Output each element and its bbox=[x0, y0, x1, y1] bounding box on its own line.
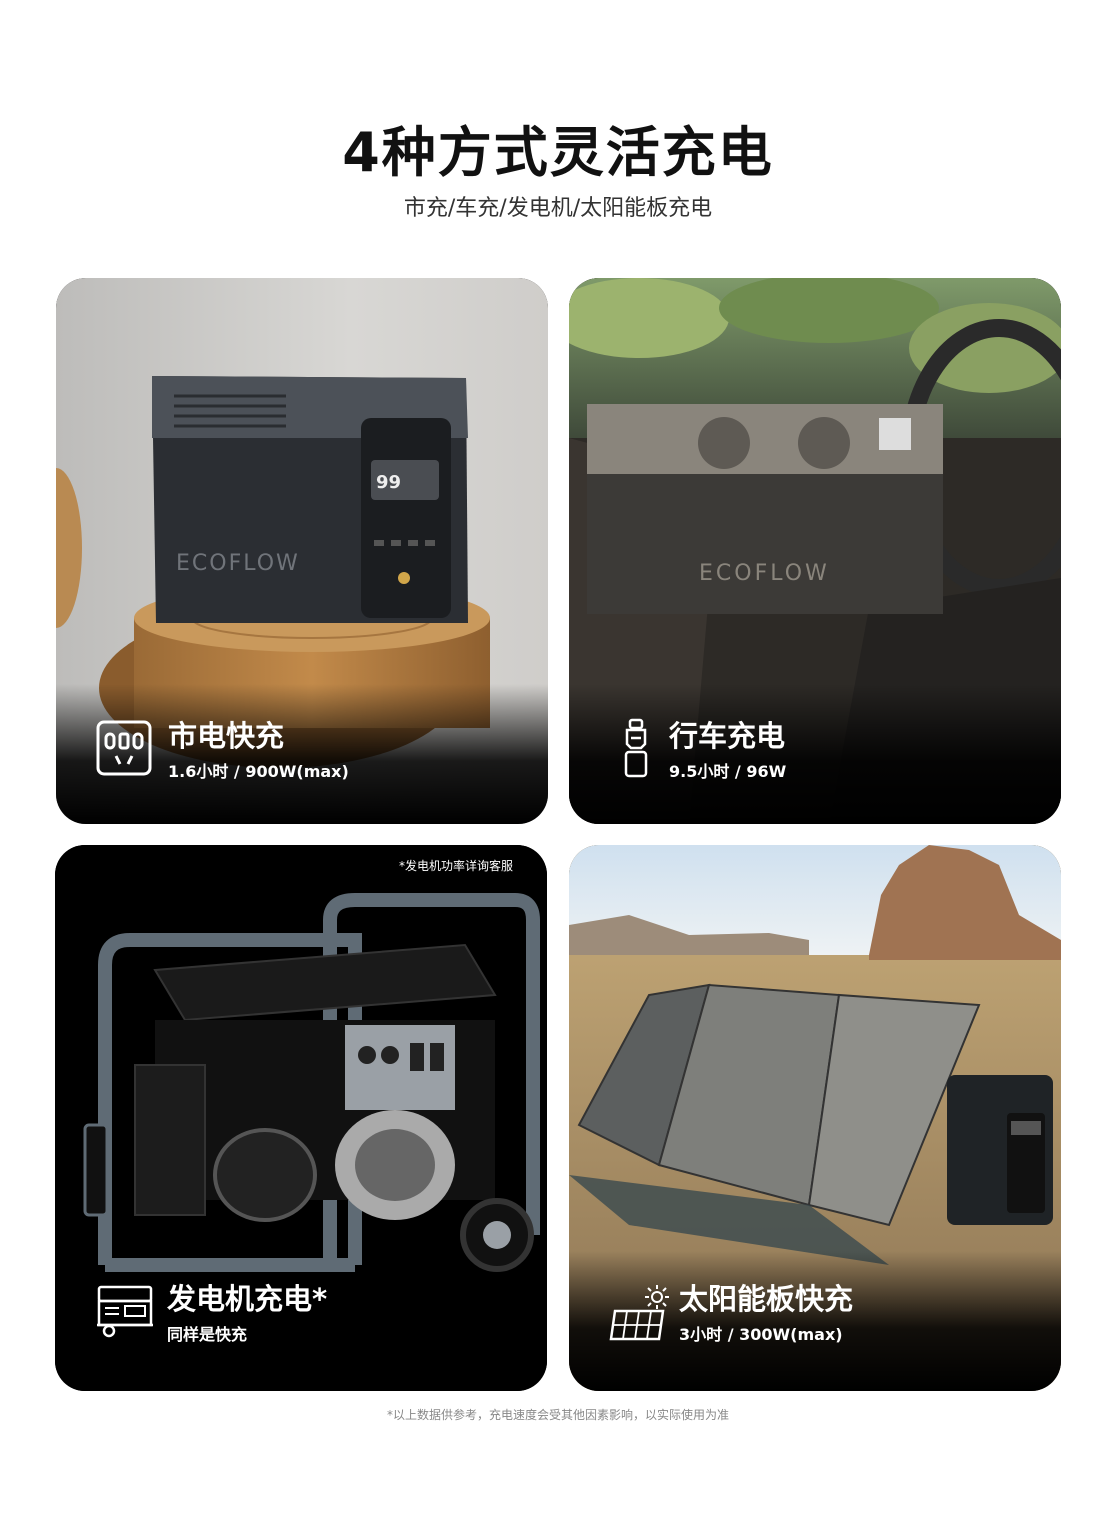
card-subtitle: 同样是快充 bbox=[167, 1325, 248, 1344]
page-subtitle: 市充/车充/发电机/太阳能板充电 bbox=[403, 196, 713, 221]
car-charger-icon bbox=[624, 718, 648, 778]
card-generator-charging: *发电机功率详询客服 发电机充电* 同样是快充 bbox=[55, 845, 547, 1391]
card-title: 太阳能板快充 bbox=[679, 1282, 854, 1316]
device-brand-logo: ECOFLOW bbox=[176, 551, 300, 576]
card-wall-charging: 99 ECOFLOW 市电快充 1.6小时 / 900W(max) bbox=[56, 278, 548, 824]
card-solar-charging: 太阳能板快充 3小时 / 300W(max) bbox=[569, 845, 1061, 1391]
card-car-charging: ECOFLOW 行车充电 9.5小时 / 96W bbox=[569, 278, 1061, 824]
card-subtitle: 3小时 / 300W(max) bbox=[679, 1325, 843, 1344]
device-brand-logo: ECOFLOW bbox=[699, 561, 830, 586]
card-subtitle: 1.6小时 / 900W(max) bbox=[168, 762, 349, 781]
page-title: 4种方式灵活充电 bbox=[342, 121, 774, 184]
footnote: *以上数据供参考，充电速度会受其他因素影响，以实际使用为准 bbox=[386, 1408, 729, 1422]
card-title: 市电快充 bbox=[168, 719, 285, 753]
wall-outlet-icon bbox=[96, 720, 152, 776]
generator-icon bbox=[97, 1285, 153, 1338]
card-subtitle: 9.5小时 / 96W bbox=[669, 762, 787, 781]
device-display-readout: 99 bbox=[376, 472, 401, 493]
card-title: 发电机充电* bbox=[167, 1282, 328, 1316]
generator-note: *发电机功率详询客服 bbox=[398, 859, 513, 873]
solar-panel-icon bbox=[609, 1309, 665, 1341]
sun-icon bbox=[645, 1285, 669, 1309]
card-title: 行车充电 bbox=[669, 719, 786, 753]
